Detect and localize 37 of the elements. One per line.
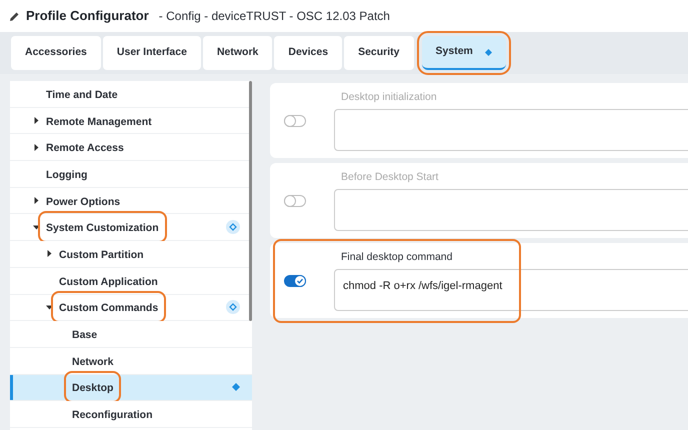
- tree-label: Custom Application: [59, 276, 158, 288]
- tab[interactable]: Devices: [274, 36, 342, 70]
- tree-item[interactable]: Custom Partition: [10, 241, 252, 268]
- command-field[interactable]: [334, 189, 688, 232]
- field-label: Desktop initialization: [341, 90, 438, 105]
- tree-label: Custom Partition: [59, 248, 144, 261]
- tree-label: Network: [72, 356, 114, 368]
- tree-label: Custom Commands: [59, 302, 158, 314]
- tree-item[interactable]: System Customization: [10, 214, 252, 242]
- tree-label: System Customization: [46, 222, 159, 234]
- window-title: Profile Configurator: [26, 7, 149, 26]
- tree-label: Base: [72, 329, 98, 342]
- tree-label: Time and Date: [46, 88, 118, 101]
- window-subtitle: - Config - deviceTRUST - OSC 12.03 Patch: [158, 8, 390, 25]
- tab[interactable]: Accessories: [11, 36, 101, 70]
- tree-item[interactable]: Reconfiguration: [10, 401, 252, 428]
- tree-label: Power Options: [46, 196, 120, 208]
- tree-label: Logging: [46, 168, 88, 181]
- field-label: Before Desktop Start: [341, 170, 440, 185]
- toggle-switch[interactable]: [284, 194, 306, 206]
- command-field[interactable]: chmod -R o+rx /wfs/igel-rmagent: [334, 269, 688, 312]
- check-icon: [296, 276, 304, 284]
- pencil-icon[interactable]: [9, 10, 20, 22]
- tree-label: Reconfiguration: [72, 409, 152, 422]
- tree-item[interactable]: Base: [10, 321, 252, 348]
- tree-label: Remote Management: [46, 116, 152, 128]
- tree-item[interactable]: Remote Management: [10, 108, 252, 134]
- field-label: Final desktop command: [341, 250, 454, 265]
- tab[interactable]: Network: [202, 36, 272, 70]
- scrollbar[interactable]: [249, 81, 252, 321]
- tree-label: Desktop: [72, 382, 114, 394]
- toggle-switch[interactable]: [284, 274, 306, 286]
- tab[interactable]: Security: [344, 36, 414, 70]
- tree-label: Remote Access: [46, 142, 124, 154]
- command-field[interactable]: [334, 109, 688, 152]
- tab[interactable]: User Interface: [102, 36, 201, 70]
- toggle-switch[interactable]: [284, 114, 306, 126]
